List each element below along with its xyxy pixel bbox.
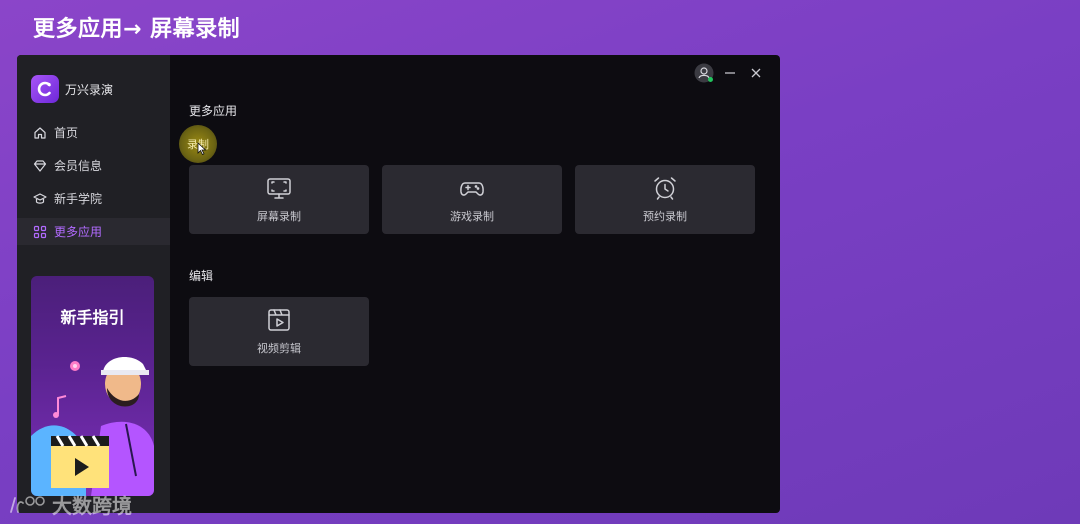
video-edit-tile[interactable]: 视频剪辑 xyxy=(189,297,369,366)
sidebar-item-label: 会员信息 xyxy=(54,159,103,173)
user-avatar-icon xyxy=(694,63,714,83)
brand: 万兴录演 xyxy=(31,75,113,103)
watermark: 大数跨境 xyxy=(8,490,132,519)
guide-illustration xyxy=(31,357,154,496)
sidebar-item-label: 首页 xyxy=(54,126,79,140)
sidebar: 万兴录演 首页 会员信息 新手学院 更多应用 新手指引 xyxy=(17,55,170,513)
sidebar-nav: 首页 会员信息 新手学院 更多应用 xyxy=(17,119,170,251)
screen-capture-icon xyxy=(266,175,292,201)
tile-label: 游戏录制 xyxy=(450,210,494,223)
screen-record-tile[interactable]: 屏幕录制 xyxy=(189,165,369,234)
video-edit-icon xyxy=(266,307,292,333)
watermark-text: 大数跨境 xyxy=(52,494,132,518)
tile-label: 屏幕录制 xyxy=(257,210,301,223)
apps-grid-icon xyxy=(33,225,47,239)
diamond-icon xyxy=(33,159,47,173)
minimize-icon xyxy=(725,72,735,74)
tile-label: 视频剪辑 xyxy=(257,342,301,355)
sidebar-item-more-apps[interactable]: 更多应用 xyxy=(17,218,170,245)
home-icon xyxy=(33,126,47,140)
close-button[interactable] xyxy=(746,63,766,83)
sidebar-item-label: 新手学院 xyxy=(54,192,103,206)
app-logo-icon xyxy=(31,75,59,103)
scheduled-record-tile[interactable]: 预约录制 xyxy=(575,165,755,234)
app-window: 万兴录演 首页 会员信息 新手学院 更多应用 新手指引 更多应用 屏幕录制 游戏… xyxy=(17,55,780,513)
mouse-cursor-icon xyxy=(197,142,207,155)
alarm-clock-icon xyxy=(652,175,678,201)
section-title-more-apps: 更多应用 xyxy=(189,104,238,118)
beginner-guide-card[interactable]: 新手指引 xyxy=(31,276,154,496)
page-heading: 更多应用→ 屏幕录制 xyxy=(33,17,241,42)
account-button[interactable] xyxy=(694,63,714,83)
brand-name: 万兴录演 xyxy=(65,82,114,97)
graduation-cap-icon xyxy=(33,192,47,206)
sidebar-item-academy[interactable]: 新手学院 xyxy=(17,185,170,212)
window-controls xyxy=(688,63,766,83)
sidebar-item-home[interactable]: 首页 xyxy=(17,119,170,146)
sidebar-item-membership[interactable]: 会员信息 xyxy=(17,152,170,179)
recording-section-highlight: 录制 xyxy=(179,125,217,163)
close-icon xyxy=(751,68,761,78)
gamepad-icon xyxy=(459,175,485,201)
tile-label: 预约录制 xyxy=(643,210,687,223)
watermark-logo-icon xyxy=(10,495,45,513)
minimize-button[interactable] xyxy=(720,63,740,83)
section-title-edit: 编辑 xyxy=(189,269,214,283)
game-record-tile[interactable]: 游戏录制 xyxy=(382,165,562,234)
sidebar-item-label: 更多应用 xyxy=(54,225,103,239)
